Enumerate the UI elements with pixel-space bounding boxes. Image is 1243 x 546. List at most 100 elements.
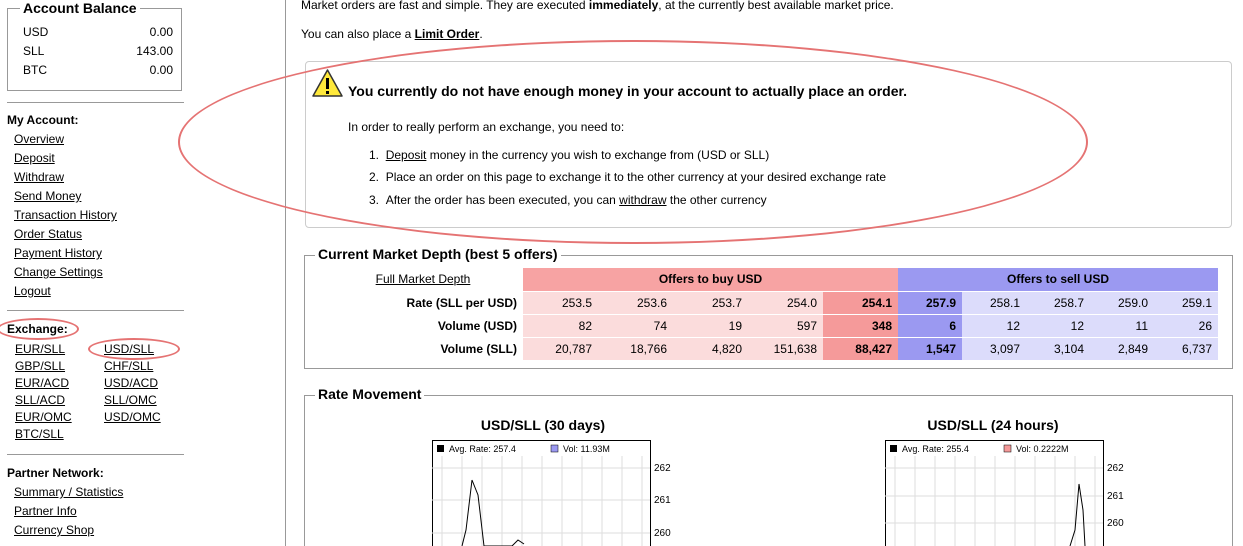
sell-cell: 258.1: [962, 291, 1026, 315]
row-label: Volume (USD): [323, 314, 523, 338]
nav-currency-shop[interactable]: Currency Shop: [14, 523, 94, 537]
legend-swatch-avg: [437, 445, 444, 452]
nav-payment-history[interactable]: Payment History: [14, 246, 102, 260]
step-text: Place an order on this page to exchange …: [385, 170, 886, 184]
buy-offers-header: Offers to buy USD: [523, 268, 898, 292]
tick-label: 261: [1107, 491, 1124, 502]
legend-swatch-vol: [1003, 444, 1012, 453]
balance-amount: 143.00: [136, 44, 173, 58]
legend-swatch-vol: [550, 444, 559, 453]
limit-order-link[interactable]: Limit Order: [415, 27, 480, 41]
nav-send-money[interactable]: Send Money: [14, 189, 81, 203]
exchange-chf-sll[interactable]: CHF/SLL: [104, 359, 153, 373]
account-balance-title: Account Balance: [20, 0, 140, 16]
balance-amount: 0.00: [149, 63, 173, 77]
buy-cell: 253.7: [673, 291, 748, 315]
intro-text: Market orders are fast and simple. They …: [301, 0, 589, 12]
tick-label: 262: [654, 463, 671, 474]
withdraw-link[interactable]: withdraw: [619, 193, 666, 207]
nav-order-status[interactable]: Order Status: [14, 227, 82, 241]
intro-text: , at the currently best available market…: [658, 0, 894, 12]
balance-currency: SLL: [23, 44, 45, 58]
tick-label: 261: [654, 495, 671, 506]
warning-text: In order to really perform an exchange, …: [348, 120, 625, 134]
tick-label: 260: [654, 528, 671, 539]
sell-cell: 258.7: [1026, 291, 1090, 315]
exchange-usd-omc[interactable]: USD/OMC: [104, 410, 161, 424]
nav-logout[interactable]: Logout: [14, 284, 51, 298]
nav-overview[interactable]: Overview: [14, 132, 64, 146]
exchange-sll-acd[interactable]: SLL/ACD: [15, 393, 65, 407]
sell-cell: 26: [1154, 314, 1218, 338]
tick-label: 262: [1107, 463, 1124, 474]
row-label: Volume (SLL): [323, 337, 523, 361]
exchange-eur-acd[interactable]: EUR/ACD: [15, 376, 69, 390]
divider: [7, 102, 184, 103]
buy-best-cell: 88,427: [823, 337, 898, 361]
buy-best-cell: 254.1: [823, 291, 898, 315]
balance-currency: USD: [23, 25, 49, 39]
table-row: Rate (SLL per USD) 253.5 253.6 253.7 254…: [323, 291, 1218, 315]
row-label: Rate (SLL per USD): [323, 291, 523, 315]
nav-withdraw[interactable]: Withdraw: [14, 170, 64, 184]
nav-deposit[interactable]: Deposit: [14, 151, 55, 165]
table-row: Volume (USD) 82 74 19 597 348 6 12 12 11…: [323, 314, 1218, 338]
legend-vol: Vol: 11.93M: [563, 444, 610, 454]
market-order-intro: Market orders are fast and simple. They …: [301, 0, 894, 12]
exchange-eur-sll[interactable]: EUR/SLL: [15, 342, 65, 356]
sell-cell: 2,849: [1090, 337, 1154, 361]
sell-cell: 11: [1090, 314, 1154, 338]
exchange-usd-acd[interactable]: USD/ACD: [104, 376, 158, 390]
sell-cell: 3,097: [962, 337, 1026, 361]
legend-swatch-avg: [890, 445, 897, 452]
table-row: Volume (SLL) 20,787 18,766 4,820 151,638…: [323, 337, 1218, 361]
warning-icon: [312, 69, 343, 97]
step-text: the other currency: [666, 193, 767, 207]
intro-text: .: [479, 27, 483, 41]
full-market-depth-link[interactable]: Full Market Depth: [323, 268, 523, 292]
chart-title-30d: USD/SLL (30 days): [480, 417, 606, 433]
step-number: 3.: [369, 193, 380, 207]
tick-label: 260: [1107, 518, 1124, 529]
exchange-btc-sll[interactable]: BTC/SLL: [15, 427, 64, 441]
legend-avg: Avg. Rate: 257.4: [449, 444, 516, 454]
buy-cell: 151,638: [748, 337, 823, 361]
exchange-usd-sll[interactable]: USD/SLL: [104, 342, 154, 356]
buy-cell: 19: [673, 314, 748, 338]
exchange-sll-omc[interactable]: SLL/OMC: [104, 393, 157, 407]
nav-change-settings[interactable]: Change Settings: [14, 265, 103, 279]
sell-cell: 12: [1026, 314, 1090, 338]
step-item: 1. Deposit money in the currency you wis…: [369, 148, 769, 162]
nav-transaction-history[interactable]: Transaction History: [14, 208, 117, 222]
rate-chart-30d: Avg. Rate: 257.4 Vol: 11.93M 262 261 260: [432, 440, 671, 546]
intro-text: You can also place a: [301, 27, 415, 41]
exchange-eur-omc[interactable]: EUR/OMC: [15, 410, 72, 424]
rate-chart-24h: Avg. Rate: 255.4 Vol: 0.2222M 262 261 26…: [885, 440, 1124, 546]
buy-cell: 20,787: [523, 337, 598, 361]
market-depth-title: Current Market Depth (best 5 offers): [315, 246, 561, 262]
sell-offers-header: Offers to sell USD: [898, 268, 1218, 292]
buy-cell: 4,820: [673, 337, 748, 361]
sell-cell: 3,104: [1026, 337, 1090, 361]
nav-summary-statistics[interactable]: Summary / Statistics: [14, 485, 123, 499]
deposit-link[interactable]: Deposit: [386, 148, 427, 162]
buy-cell: 597: [748, 314, 823, 338]
buy-cell: 82: [523, 314, 598, 338]
column-divider: [285, 0, 286, 546]
buy-best-cell: 348: [823, 314, 898, 338]
buy-cell: 254.0: [748, 291, 823, 315]
step-text: After the order has been executed, you c…: [385, 193, 620, 207]
divider: [7, 310, 184, 311]
balance-amount: 0.00: [149, 25, 173, 39]
sell-cell: 259.0: [1090, 291, 1154, 315]
legend-avg: Avg. Rate: 255.4: [902, 444, 969, 454]
step-text: money in the currency you wish to exchan…: [426, 148, 770, 162]
step-number: 2.: [369, 170, 380, 184]
step-item: 3. After the order has been executed, yo…: [369, 193, 767, 207]
step-number: 1.: [369, 148, 380, 162]
exchange-gbp-sll[interactable]: GBP/SLL: [15, 359, 65, 373]
nav-partner-info[interactable]: Partner Info: [14, 504, 77, 518]
sell-cell: 6,737: [1154, 337, 1218, 361]
divider: [7, 454, 184, 455]
sidebar: Account Balance USD 0.00 SLL 143.00 BTC …: [0, 0, 190, 546]
